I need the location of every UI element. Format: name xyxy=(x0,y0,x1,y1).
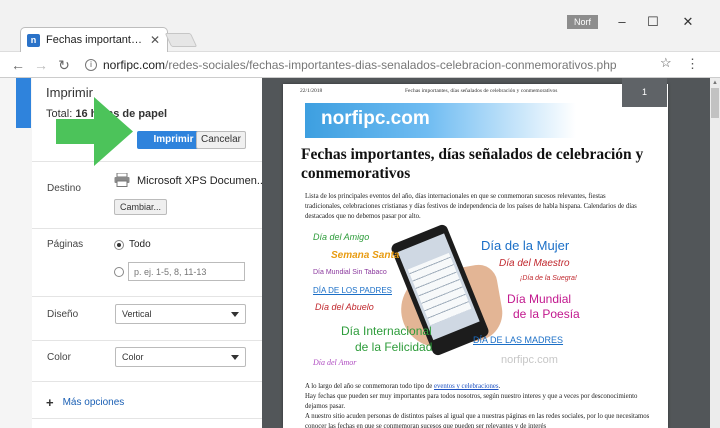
banner-logo: norfipc.com xyxy=(321,108,430,129)
collage-word: Día del Maestro xyxy=(499,258,570,269)
plus-icon: + xyxy=(46,395,54,410)
collage-word: Día Mundial xyxy=(507,292,572,306)
close-tab-icon[interactable]: ✕ xyxy=(149,33,161,47)
info-icon[interactable]: i xyxy=(85,59,97,71)
more-options-link[interactable]: + Más opciones xyxy=(46,395,124,410)
divider xyxy=(32,340,262,341)
divider xyxy=(32,418,262,419)
collage-word: Día Mundial Sin Tabaco xyxy=(313,269,387,276)
pointer-arrow-icon xyxy=(56,97,133,166)
browser-toolbar: ← → ↻ i norfipc.com/redes-sociales/fecha… xyxy=(0,52,720,78)
change-destination-button[interactable]: Cambiar... xyxy=(114,199,167,215)
scroll-thumb[interactable] xyxy=(711,88,719,118)
paragraph-text: . xyxy=(498,383,501,390)
chevron-down-icon xyxy=(231,355,239,360)
reload-icon[interactable]: ↻ xyxy=(55,57,73,73)
collage-word: de la Felicidad xyxy=(355,340,433,354)
collage-word: DÍA DE LAS MADRES xyxy=(473,335,564,345)
cancel-button[interactable]: Cancelar xyxy=(196,131,246,149)
article-paragraph: A lo largo del año se conmemoran todo ti… xyxy=(305,382,650,392)
dates-collage-image: Día del Amigo Semana Santa Día de la Muj… xyxy=(305,223,595,375)
print-settings: Destino Microsoft XPS Documen... Cambiar… xyxy=(32,162,266,428)
page-header-title: Fechas importantes, días señalados de ce… xyxy=(405,88,558,94)
article-body: A lo largo del año se conmemoran todo ti… xyxy=(305,382,650,428)
collage-word: Día del Amigo xyxy=(313,232,370,242)
events-link[interactable]: eventos y celebraciones xyxy=(434,383,499,390)
bookmark-star-icon[interactable]: ☆ xyxy=(660,55,672,71)
url-path: /redes-sociales/fechas-importantes-dias-… xyxy=(165,58,617,72)
paragraph-text: A lo largo del año se conmemoran todo ti… xyxy=(305,383,434,390)
color-select[interactable]: Color xyxy=(115,347,246,367)
tab-title: Fechas importantes, días xyxy=(46,34,145,46)
pages-range-input[interactable] xyxy=(128,262,245,281)
color-value: Color xyxy=(122,352,144,362)
layout-value: Vertical xyxy=(122,309,152,319)
divider xyxy=(32,296,262,297)
collage-word: ¡Día de la Suegra! xyxy=(520,275,577,282)
site-banner: norfipc.com xyxy=(305,103,576,138)
collage-word: Semana Santa xyxy=(331,250,400,261)
collage-watermark: norfipc.com xyxy=(501,354,558,366)
divider xyxy=(32,381,262,382)
browser-tab[interactable]: n Fechas importantes, días ✕ xyxy=(20,27,168,52)
page-number-indicator: 1 xyxy=(622,78,667,107)
print-preview: 22/1/2018 Fechas importantes, días señal… xyxy=(262,78,720,428)
collage-word: Día Internacional xyxy=(341,324,432,338)
back-arrow-icon[interactable]: ← xyxy=(9,57,27,73)
destination-label: Destino xyxy=(47,183,81,194)
calendar-grid xyxy=(407,253,472,326)
pages-all-radio[interactable] xyxy=(114,240,124,250)
pages-custom-radio[interactable] xyxy=(114,267,124,277)
preview-page: 22/1/2018 Fechas importantes, días señal… xyxy=(283,84,668,428)
close-window-icon[interactable]: ✕ xyxy=(678,14,698,30)
forward-arrow-icon[interactable]: → xyxy=(32,57,50,73)
new-tab-button[interactable] xyxy=(164,33,198,47)
site-favicon-icon: n xyxy=(27,33,40,47)
title-bar: n Fechas importantes, días ✕ Norf – ☐ ✕ xyxy=(0,0,720,52)
printer-name: Microsoft XPS Documen... xyxy=(137,175,266,187)
layout-select[interactable]: Vertical xyxy=(115,304,246,324)
collage-word: Día del Abuelo xyxy=(315,302,374,312)
pages-label: Páginas xyxy=(47,239,84,250)
divider xyxy=(32,228,262,229)
scroll-up-icon[interactable]: ▲ xyxy=(711,79,719,87)
article-intro: Lista de los principales eventos del año… xyxy=(305,193,637,220)
collage-word: de la Poesía xyxy=(513,307,580,321)
pages-all-label: Todo xyxy=(129,239,151,250)
preview-scrollbar[interactable]: ▲ xyxy=(710,78,720,428)
maximize-icon[interactable]: ☐ xyxy=(643,14,663,30)
printer-icon xyxy=(114,173,130,187)
chevron-down-icon xyxy=(231,312,239,317)
accent-strip xyxy=(16,78,31,128)
article-title: Fechas importantes, días señalados de ce… xyxy=(301,146,644,182)
url-host: norfipc.com xyxy=(103,58,166,72)
article-paragraph: Hay fechas que pueden ser muy importante… xyxy=(305,393,638,410)
more-options-label: Más opciones xyxy=(62,397,125,408)
collage-word: Día de la Mujer xyxy=(481,238,570,253)
article-paragraph: A nuestro sitio acuden personas de disti… xyxy=(305,413,650,428)
layout-label: Diseño xyxy=(47,309,79,320)
collage-word: Día del Amor xyxy=(313,358,357,367)
profile-badge[interactable]: Norf xyxy=(567,15,598,29)
address-bar[interactable]: i norfipc.com/redes-sociales/fechas-impo… xyxy=(81,55,680,75)
page-header-date: 22/1/2018 xyxy=(300,88,323,94)
color-label: Color xyxy=(47,352,71,363)
minimize-icon[interactable]: – xyxy=(612,14,632,29)
menu-kebab-icon[interactable]: ⋮ xyxy=(686,56,699,72)
collage-word: DÍA DE LOS PADRES xyxy=(313,286,392,295)
